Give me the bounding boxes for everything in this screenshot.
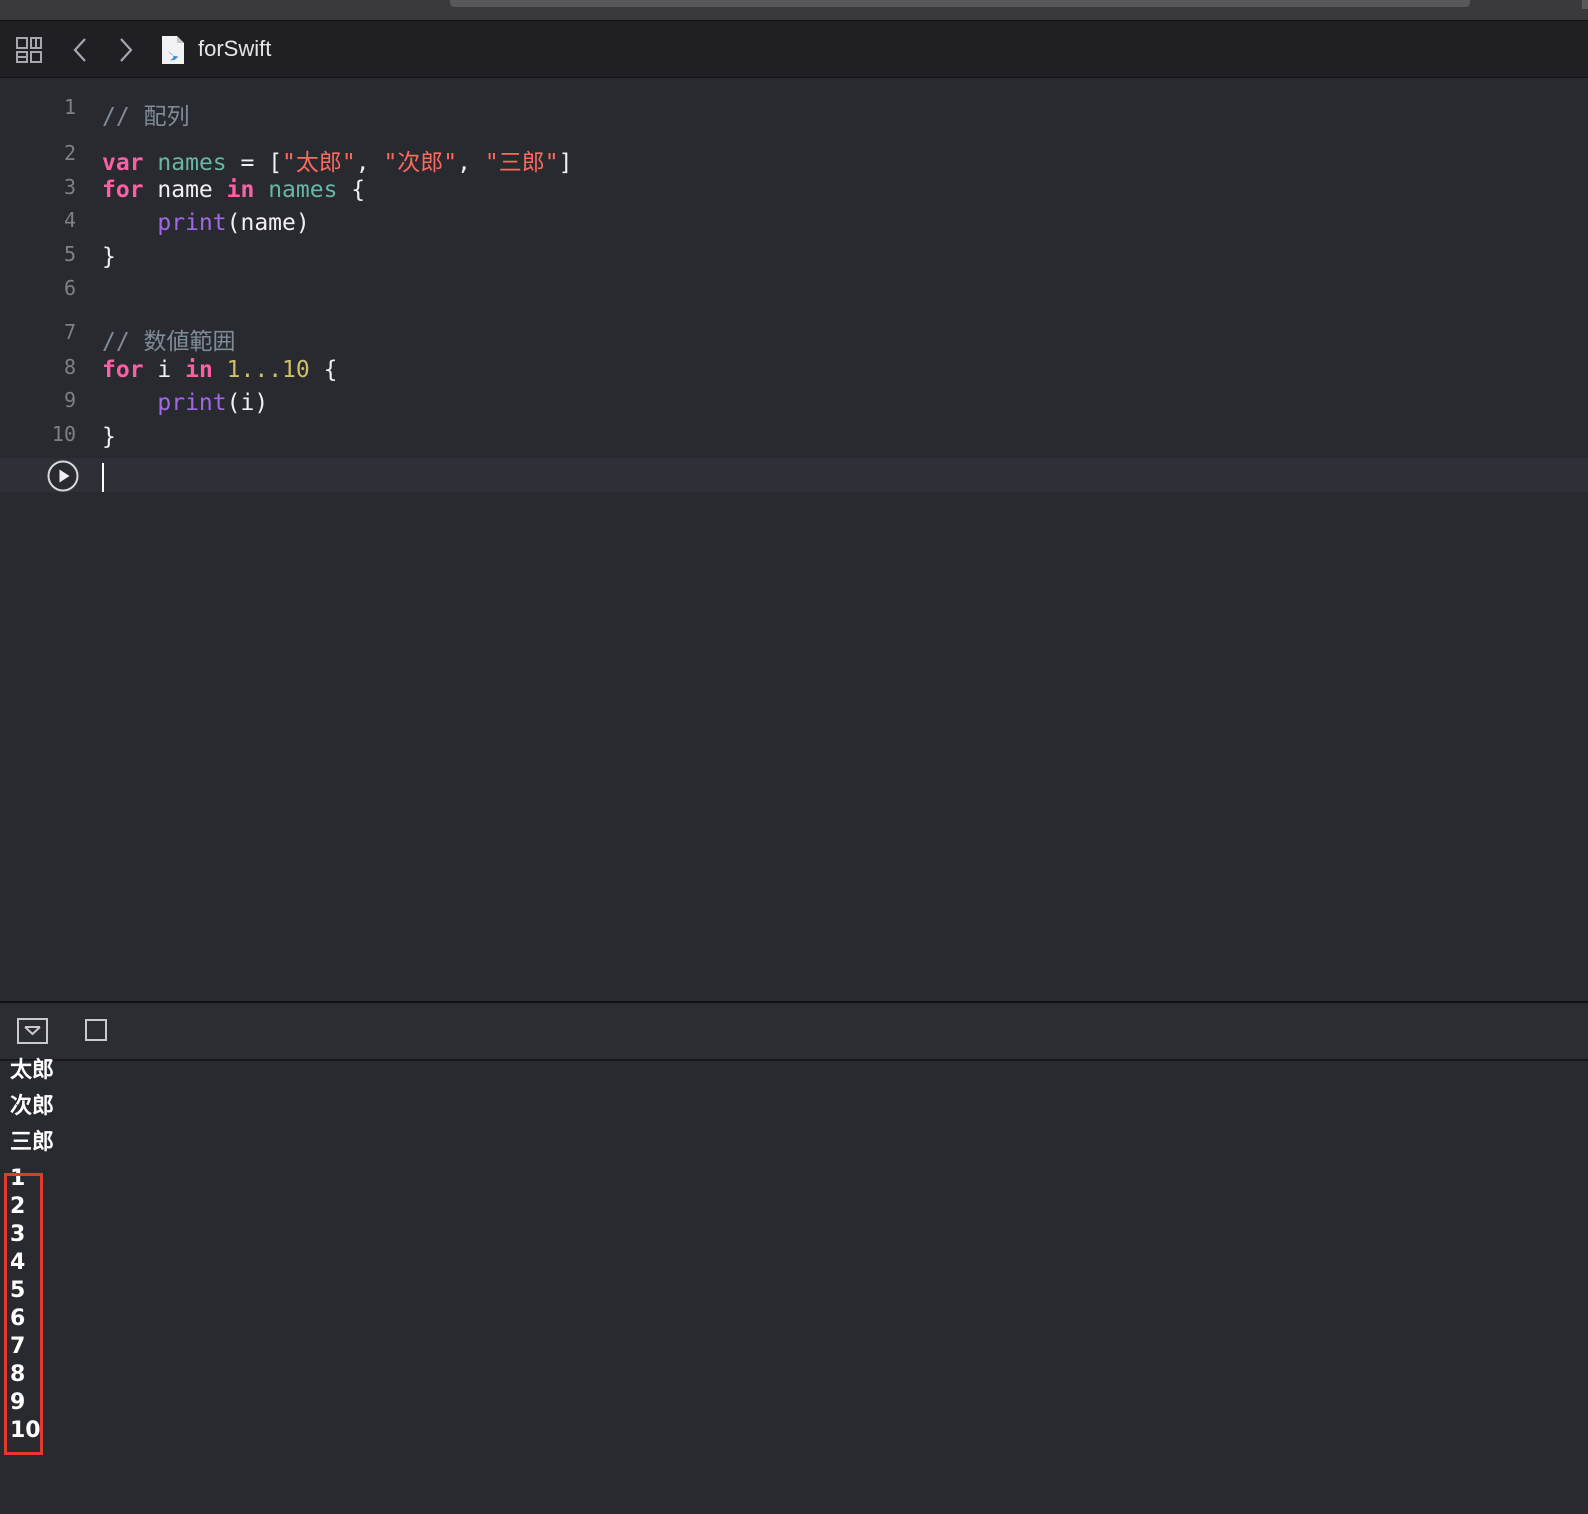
code-token: (name) bbox=[226, 210, 310, 236]
code-token: names bbox=[268, 177, 338, 203]
output-line: 太郎 bbox=[10, 1058, 55, 1083]
code-token: for bbox=[102, 357, 144, 383]
code-token: , bbox=[355, 150, 384, 176]
code-token: { bbox=[337, 177, 366, 203]
line-number: 3 bbox=[63, 175, 76, 199]
code-line[interactable]: print(i) bbox=[102, 390, 268, 416]
line-number: 5 bbox=[63, 242, 76, 266]
code-line[interactable]: // 配列 bbox=[102, 97, 190, 131]
line-number: 6 bbox=[63, 276, 76, 300]
code-line[interactable]: var names = ["太郎", "次郎", "三郎"] bbox=[102, 143, 572, 177]
code-token: "次郎" bbox=[383, 150, 458, 176]
line-number: 4 bbox=[63, 208, 76, 232]
chevron-right-icon[interactable] bbox=[116, 37, 136, 63]
current-line-highlight bbox=[0, 458, 1588, 492]
code-token: i bbox=[143, 357, 186, 383]
jump-bar: forSwift bbox=[0, 20, 1588, 78]
line-number: 1 bbox=[63, 95, 76, 119]
code-token: "太郎" bbox=[282, 150, 356, 176]
tab-scroller[interactable] bbox=[450, 0, 1470, 7]
code-token: print bbox=[157, 210, 227, 236]
code-editor[interactable]: 1 2 3 4 5 6 7 8 9 10 // 配列 var names = ["太郎", "次郎"… bbox=[0, 79, 1588, 1001]
code-token: } bbox=[102, 424, 116, 450]
code-token: = [ bbox=[226, 150, 283, 176]
line-number: 2 bbox=[63, 141, 76, 165]
code-token: print bbox=[157, 390, 227, 416]
console-output[interactable]: 太郎 次郎 三郎 1 2 3 4 5 6 7 8 9 10 bbox=[0, 1058, 1588, 1514]
code-token: 1...10 bbox=[226, 357, 310, 383]
run-icon[interactable] bbox=[47, 460, 79, 492]
line-number: 10 bbox=[51, 422, 76, 446]
code-token: ] bbox=[558, 150, 573, 176]
code-line[interactable]: } bbox=[102, 244, 116, 270]
code-token: } bbox=[102, 244, 116, 270]
console-toolbar bbox=[0, 1003, 1588, 1061]
code-token: "三郎" bbox=[484, 150, 559, 176]
text-caret bbox=[102, 463, 104, 492]
code-token: (i) bbox=[226, 390, 269, 416]
code-line[interactable]: // 数値範囲 bbox=[102, 322, 236, 356]
code-token: , bbox=[457, 150, 485, 176]
grid-icon[interactable] bbox=[16, 37, 43, 64]
code-line[interactable]: for i in 1...10 { bbox=[102, 357, 337, 383]
swift-file-icon bbox=[162, 36, 184, 64]
code-token: for bbox=[102, 177, 144, 203]
titlebar-edge bbox=[1582, 0, 1588, 9]
chevron-left-icon[interactable] bbox=[70, 37, 90, 63]
output-line: 三郎 bbox=[10, 1130, 55, 1155]
code-token: { bbox=[309, 357, 338, 383]
code-line[interactable]: } bbox=[102, 424, 116, 450]
code-token: var bbox=[102, 150, 144, 176]
code-token: in bbox=[185, 357, 213, 383]
line-number: 7 bbox=[63, 320, 76, 344]
line-number: 9 bbox=[63, 388, 76, 412]
file-name[interactable]: forSwift bbox=[198, 36, 271, 62]
code-token: // 数値範囲 bbox=[102, 329, 236, 355]
line-number-gutter: 1 2 3 4 5 6 7 8 9 10 bbox=[0, 79, 90, 1001]
line-number: 8 bbox=[63, 355, 76, 379]
split-view-icon[interactable] bbox=[85, 1019, 107, 1041]
output-line: 次郎 bbox=[10, 1094, 55, 1119]
code-token: in bbox=[226, 177, 255, 203]
code-line[interactable]: for name in names { bbox=[102, 177, 365, 203]
code-line[interactable]: print(name) bbox=[102, 210, 310, 236]
highlight-box bbox=[4, 1173, 43, 1455]
window-titlebar bbox=[0, 0, 1588, 20]
hide-console-icon[interactable] bbox=[17, 1018, 48, 1044]
code-token: names bbox=[157, 150, 227, 176]
code-token: // 配列 bbox=[102, 104, 190, 130]
code-token: name bbox=[143, 177, 227, 203]
